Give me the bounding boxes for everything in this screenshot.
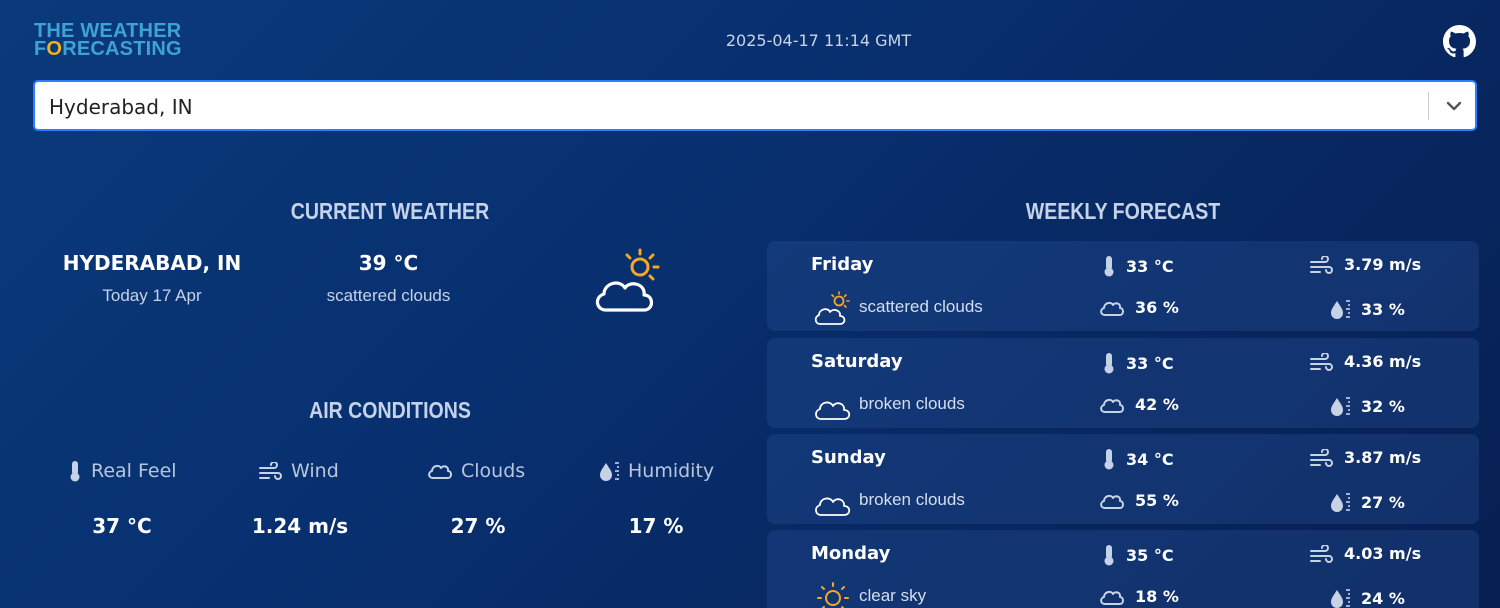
- forecast-day-name: Monday: [811, 543, 891, 564]
- forecast-day-name: Friday: [811, 254, 874, 275]
- forecast-temperature: 34 °C: [1102, 448, 1174, 470]
- forecast-description: clear sky: [859, 586, 927, 605]
- partly-cloudy-icon: [595, 248, 660, 312]
- city-search-select[interactable]: [33, 80, 1477, 131]
- thermometer-icon: [1104, 353, 1114, 374]
- forecast-wind: 3.79 m/s: [1310, 255, 1421, 274]
- thermometer-icon: [1104, 545, 1114, 566]
- thermometer-icon: [1104, 449, 1114, 470]
- cloud-icon: [815, 401, 851, 420]
- forecast-temperature: 33 °C: [1102, 255, 1174, 277]
- clouds-label: Clouds: [427, 460, 525, 482]
- wind-icon: [1310, 544, 1333, 563]
- forecast-clouds: 55 %: [1099, 491, 1179, 510]
- cloud-icon: [815, 497, 851, 516]
- forecast-day-card: Sunday broken clouds 34 °C 3.87 m/s 55 %…: [767, 434, 1479, 524]
- humidity-icon: [600, 462, 619, 481]
- select-separator: [1428, 92, 1429, 120]
- humidity-icon: [1331, 397, 1350, 416]
- forecast-wind: 3.87 m/s: [1310, 448, 1421, 467]
- chevron-down-icon[interactable]: [1442, 94, 1466, 118]
- wind-icon: [259, 462, 282, 480]
- cloud-icon: [1100, 590, 1124, 605]
- forecast-humidity: 24 %: [1329, 587, 1405, 608]
- forecast-clouds: 18 %: [1099, 587, 1179, 606]
- forecast-description: broken clouds: [859, 490, 965, 509]
- current-date: Today 17 Apr: [102, 286, 202, 305]
- forecast-temperature: 35 °C: [1102, 544, 1174, 566]
- cloud-icon: [1100, 301, 1124, 316]
- current-datetime: 2025-04-17 11:14 GMT: [725, 31, 912, 50]
- forecast-wind: 4.36 m/s: [1310, 352, 1421, 371]
- humidity-label: Humidity: [598, 460, 714, 482]
- humidity-icon: [1331, 493, 1350, 512]
- wind-icon: [1310, 352, 1333, 371]
- wind-icon: [1310, 255, 1333, 274]
- forecast-day-card: Monday clear sky 35 °C 4.03 m/s 18 % 24 …: [767, 530, 1479, 608]
- forecast-wind: 4.03 m/s: [1310, 544, 1421, 563]
- forecast-temperature: 33 °C: [1102, 352, 1174, 374]
- current-description: scattered clouds: [326, 286, 451, 305]
- humidity-icon: [1331, 589, 1350, 608]
- current-temperature: 39 °C: [358, 251, 419, 275]
- real-feel-value: 37 °C: [92, 514, 152, 538]
- air-conditions-title: AIR CONDITIONS: [309, 397, 471, 423]
- forecast-clouds: 36 %: [1099, 298, 1179, 317]
- weekly-forecast-title: WEEKLY FORECAST: [1025, 198, 1221, 224]
- humidity-icon: [1331, 300, 1350, 319]
- forecast-day-name: Saturday: [811, 351, 903, 372]
- cloud-icon: [1100, 494, 1124, 509]
- forecast-day-card: Friday scattered clouds 33 °C 3.79 m/s 3…: [767, 241, 1479, 331]
- real-feel-label: Real Feel: [67, 460, 177, 482]
- cloud-icon: [1100, 398, 1124, 413]
- current-weather-title: CURRENT WEATHER: [290, 198, 490, 224]
- forecast-description: broken clouds: [859, 394, 965, 413]
- forecast-humidity: 27 %: [1329, 491, 1405, 513]
- forecast-humidity: 33 %: [1329, 298, 1405, 320]
- wind-value: 1.24 m/s: [251, 514, 349, 538]
- forecast-day-card: Saturday broken clouds 33 °C 4.36 m/s 42…: [767, 338, 1479, 428]
- clouds-value: 27 %: [450, 514, 506, 538]
- forecast-humidity: 32 %: [1329, 395, 1405, 417]
- partly-cloudy-icon: [814, 291, 850, 325]
- city-search-input[interactable]: [47, 90, 1421, 124]
- forecast-day-name: Sunday: [811, 447, 886, 468]
- cloud-icon: [428, 464, 452, 479]
- thermometer-icon: [70, 461, 80, 482]
- forecast-description: scattered clouds: [859, 297, 983, 316]
- wind-label: Wind: [259, 460, 339, 482]
- wind-icon: [1310, 448, 1333, 467]
- forecast-clouds: 42 %: [1099, 395, 1179, 414]
- humidity-value: 17 %: [628, 514, 684, 538]
- sun-icon: [817, 582, 849, 608]
- thermometer-icon: [1104, 256, 1114, 277]
- current-city: HYDERABAD, IN: [62, 251, 242, 275]
- github-icon[interactable]: [1443, 25, 1476, 58]
- top-bar: THE WEATHER FORECASTING 2025-04-17 11:14…: [0, 0, 1500, 80]
